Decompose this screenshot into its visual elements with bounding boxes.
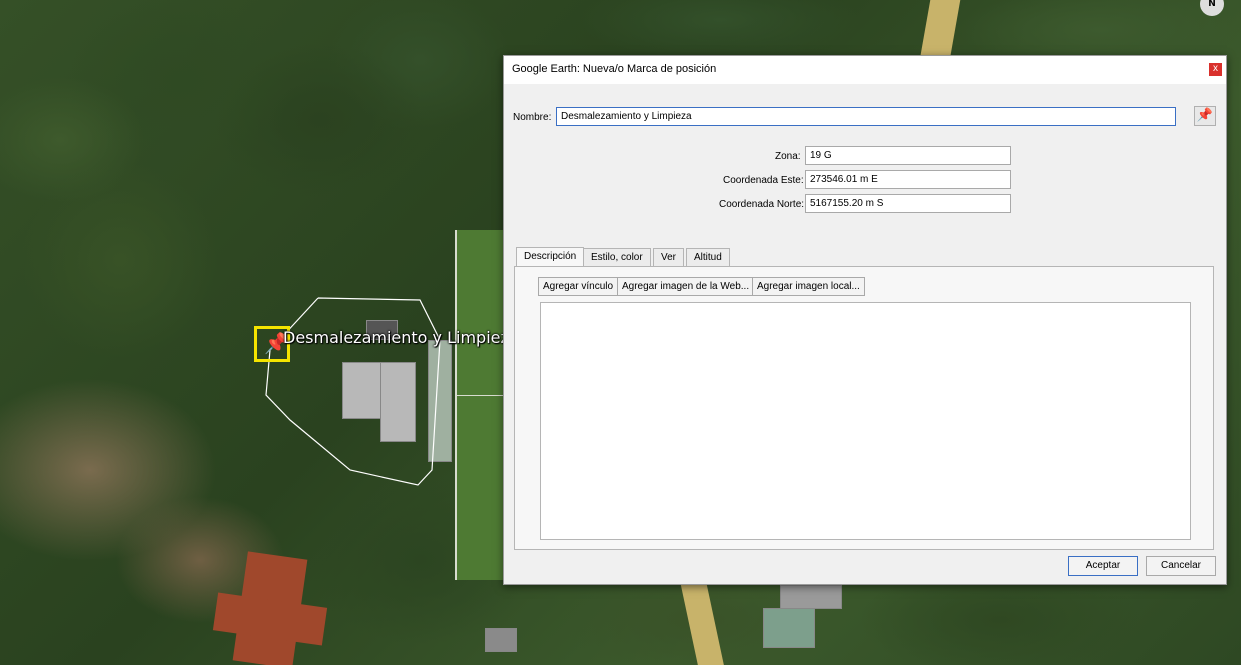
add-web-image-button[interactable]: Agregar imagen de la Web... (617, 277, 755, 296)
east-coordinate-label: Coordenada Este: (723, 175, 804, 186)
east-coordinate-field[interactable]: 273546.01 m E (805, 170, 1011, 189)
dialog-titlebar[interactable]: Google Earth: Nueva/o Marca de posición … (504, 56, 1226, 84)
north-coordinate-field[interactable]: 5167155.20 m S (805, 194, 1011, 213)
close-button[interactable]: x (1209, 63, 1222, 76)
tab-altitud[interactable]: Altitud (686, 248, 730, 267)
zone-label: Zona: (775, 151, 801, 162)
tab-ver[interactable]: Ver (653, 248, 685, 267)
add-local-image-button[interactable]: Agregar imagen local... (752, 277, 865, 296)
tab-estilo-color[interactable]: Estilo, color (583, 248, 651, 267)
name-label: Nombre: (513, 112, 552, 123)
dialog-title: Google Earth: Nueva/o Marca de posición (512, 63, 717, 75)
accept-button[interactable]: Aceptar (1068, 556, 1138, 576)
north-coordinate-label: Coordenada Norte: (719, 199, 805, 210)
cancel-button[interactable]: Cancelar (1146, 556, 1216, 576)
pushpin-style-button[interactable]: 📌 (1194, 106, 1216, 126)
placemark-label: Desmalezamiento y Limpieza (283, 328, 519, 347)
new-placemark-dialog: Google Earth: Nueva/o Marca de posición … (503, 55, 1227, 585)
tab-descripcion[interactable]: Descripción (516, 247, 585, 267)
description-textarea[interactable] (540, 302, 1191, 540)
add-link-button[interactable]: Agregar vínculo (538, 277, 619, 296)
name-field[interactable]: Desmalezamiento y Limpieza (556, 107, 1176, 126)
pushpin-icon: 📌 (1196, 108, 1214, 123)
zone-field[interactable]: 19 G (805, 146, 1011, 165)
